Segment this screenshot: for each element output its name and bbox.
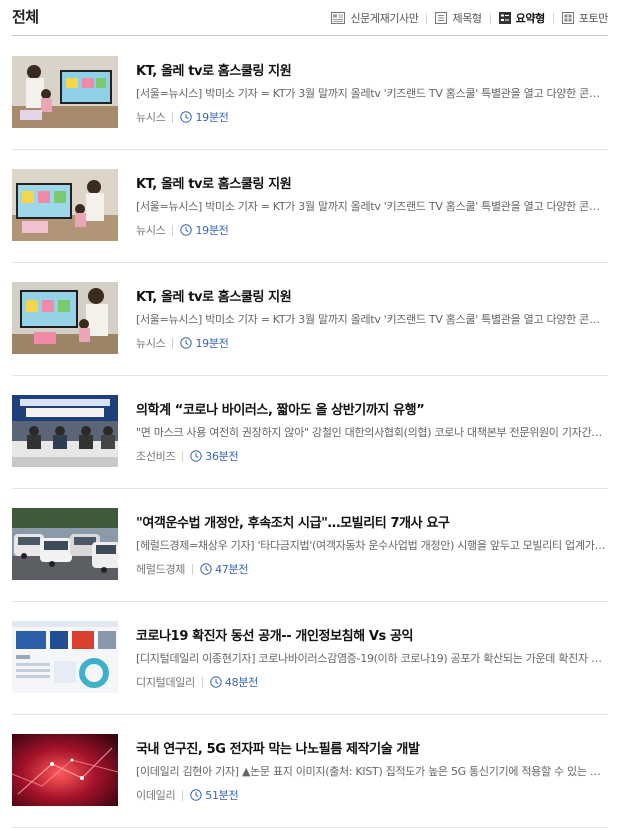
view-label: 제목형 xyxy=(452,12,482,25)
article-title[interactable]: 의학계 “코로나 바이러스, 짧아도 올 상반기까지 유행” xyxy=(136,399,425,418)
time-label: 51분전 xyxy=(205,789,239,802)
article-thumbnail[interactable] xyxy=(12,621,118,693)
article-item[interactable]: KT, 올레 tv로 홈스쿨링 지원 [서울=뉴시스] 박미소 기자 = KT가… xyxy=(12,37,608,150)
article-summary[interactable]: [서울=뉴시스] 박미소 기자 = KT가 3월 말까지 올레tv '키즈랜드 … xyxy=(136,85,608,101)
article-summary[interactable]: [디지털데일리 이종현기자] 코로나바이러스감염증-19(이하 코로나19) 공… xyxy=(136,650,608,666)
view-summary-type[interactable]: 요약형 xyxy=(498,10,546,26)
summary-list-icon xyxy=(498,12,511,24)
article-meta: 뉴시스 19분전 xyxy=(136,109,229,125)
time-label: 36분전 xyxy=(205,450,239,463)
view-label: 신문게재기사만 xyxy=(350,12,419,25)
article-thumbnail[interactable] xyxy=(12,734,118,806)
divider xyxy=(426,12,428,24)
article-source[interactable]: 디지털데일리 xyxy=(136,674,195,690)
divider xyxy=(201,676,203,688)
divider xyxy=(172,111,174,123)
clock-icon xyxy=(180,111,192,123)
article-time: 36분전 xyxy=(190,448,239,464)
view-newspaper-only[interactable]: 신문게재기사만 xyxy=(331,10,419,26)
divider xyxy=(552,12,554,24)
view-label: 요약형 xyxy=(515,12,546,25)
article-thumbnail[interactable] xyxy=(12,169,118,241)
list-header: 전체 신문게재기사만 제목형 요약형 포토만 xyxy=(12,0,608,36)
article-title[interactable]: KT, 올레 tv로 홈스쿨링 지원 xyxy=(136,173,292,192)
view-options: 신문게재기사만 제목형 요약형 포토만 xyxy=(331,10,608,26)
clock-icon xyxy=(180,224,192,236)
newspaper-icon xyxy=(331,12,346,24)
article-title[interactable]: "여객운수법 개정안, 후속조치 시급"…모빌리티 7개사 요구 xyxy=(136,512,450,531)
time-label: 47분전 xyxy=(215,563,249,576)
article-source[interactable]: 뉴시스 xyxy=(136,109,166,125)
divider xyxy=(172,337,174,349)
article-meta: 이데일리 51분전 xyxy=(136,787,239,803)
divider xyxy=(192,563,194,575)
divider xyxy=(182,789,184,801)
article-meta: 뉴시스 19분전 xyxy=(136,335,229,351)
article-title[interactable]: KT, 올레 tv로 홈스쿨링 지원 xyxy=(136,60,292,79)
article-meta: 헤럴드경제 47분전 xyxy=(136,561,248,577)
article-item[interactable]: 코로나19 확진자 동선 공개-- 개인정보침해 Vs 공익 [디지털데일리 이… xyxy=(12,602,608,715)
infographic-photo xyxy=(12,621,118,693)
divider xyxy=(172,224,174,236)
time-label: 48분전 xyxy=(224,676,258,689)
article-source[interactable]: 헤럴드경제 xyxy=(136,561,185,577)
article-item[interactable]: "여객운수법 개정안, 후속조치 시급"…모빌리티 7개사 요구 [헤럴드경제=… xyxy=(12,489,608,602)
clock-icon xyxy=(180,337,192,349)
view-title-type[interactable]: 제목형 xyxy=(435,10,482,26)
page-title: 전체 xyxy=(12,8,39,26)
article-thumbnail[interactable] xyxy=(12,282,118,354)
article-thumbnail[interactable] xyxy=(12,395,118,467)
article-time: 19분전 xyxy=(180,222,229,238)
divider xyxy=(182,450,184,462)
time-label: 19분전 xyxy=(195,111,229,124)
article-summary[interactable]: [서울=뉴시스] 박미소 기자 = KT가 3월 말까지 올레tv '키즈랜드 … xyxy=(136,311,608,327)
article-summary[interactable]: "면 마스크 사용 여전히 권장하지 않아" 강철인 대한의사협회(의협) 코로… xyxy=(136,424,608,440)
article-summary[interactable]: [서울=뉴시스] 박미소 기자 = KT가 3월 말까지 올레tv '키즈랜드 … xyxy=(136,198,608,214)
view-label: 포토만 xyxy=(578,12,609,25)
time-label: 19분전 xyxy=(195,337,229,350)
article-summary[interactable]: [헤럴드경제=채상우 기자] '타다금지법'(여객자동차 운수사업법 개정안) … xyxy=(136,537,608,553)
article-time: 19분전 xyxy=(180,335,229,351)
article-title[interactable]: KT, 올레 tv로 홈스쿨링 지원 xyxy=(136,286,292,305)
article-item[interactable]: KT, 올레 tv로 홈스쿨링 지원 [서울=뉴시스] 박미소 기자 = KT가… xyxy=(12,150,608,263)
taxi-street-photo xyxy=(12,508,118,580)
photo-grid-icon xyxy=(561,12,574,24)
clock-icon xyxy=(200,563,212,575)
tv-family-photo xyxy=(12,282,118,354)
time-label: 19분전 xyxy=(195,224,229,237)
article-list: KT, 올레 tv로 홈스쿨링 지원 [서울=뉴시스] 박미소 기자 = KT가… xyxy=(12,37,608,828)
clock-icon xyxy=(190,789,202,801)
article-item[interactable]: 의학계 “코로나 바이러스, 짧아도 올 상반기까지 유행” "면 마스크 사용… xyxy=(12,376,608,489)
article-thumbnail[interactable] xyxy=(12,508,118,580)
article-time: 19분전 xyxy=(180,109,229,125)
press-conference-photo xyxy=(12,395,118,467)
article-meta: 디지털데일리 48분전 xyxy=(136,674,258,690)
clock-icon xyxy=(190,450,202,462)
tv-family-photo xyxy=(12,56,118,128)
article-time: 51분전 xyxy=(190,787,239,803)
title-list-icon xyxy=(435,12,448,24)
article-title[interactable]: 코로나19 확진자 동선 공개-- 개인정보침해 Vs 공익 xyxy=(136,625,414,644)
article-item[interactable]: 국내 연구진, 5G 전자파 막는 나노필름 제작기술 개발 [이데일리 김현아… xyxy=(12,715,608,828)
article-meta: 조선비즈 36분전 xyxy=(136,448,239,464)
article-summary[interactable]: [이데일리 김현아 기자] ▲논문 표지 이미지(출처: KIST) 집적도가 … xyxy=(136,763,608,779)
article-source[interactable]: 뉴시스 xyxy=(136,335,166,351)
nanofilm-photo xyxy=(12,734,118,806)
article-source[interactable]: 조선비즈 xyxy=(136,448,176,464)
article-item[interactable]: KT, 올레 tv로 홈스쿨링 지원 [서울=뉴시스] 박미소 기자 = KT가… xyxy=(12,263,608,376)
divider xyxy=(489,12,491,24)
article-time: 48분전 xyxy=(210,674,258,690)
article-meta: 뉴시스 19분전 xyxy=(136,222,229,238)
tv-family-photo xyxy=(12,169,118,241)
article-thumbnail[interactable] xyxy=(12,56,118,128)
clock-icon xyxy=(210,676,222,688)
article-title[interactable]: 국내 연구진, 5G 전자파 막는 나노필름 제작기술 개발 xyxy=(136,738,420,757)
article-source[interactable]: 이데일리 xyxy=(136,787,176,803)
view-photo-only[interactable]: 포토만 xyxy=(561,10,609,26)
article-source[interactable]: 뉴시스 xyxy=(136,222,166,238)
article-time: 47분전 xyxy=(200,561,248,577)
